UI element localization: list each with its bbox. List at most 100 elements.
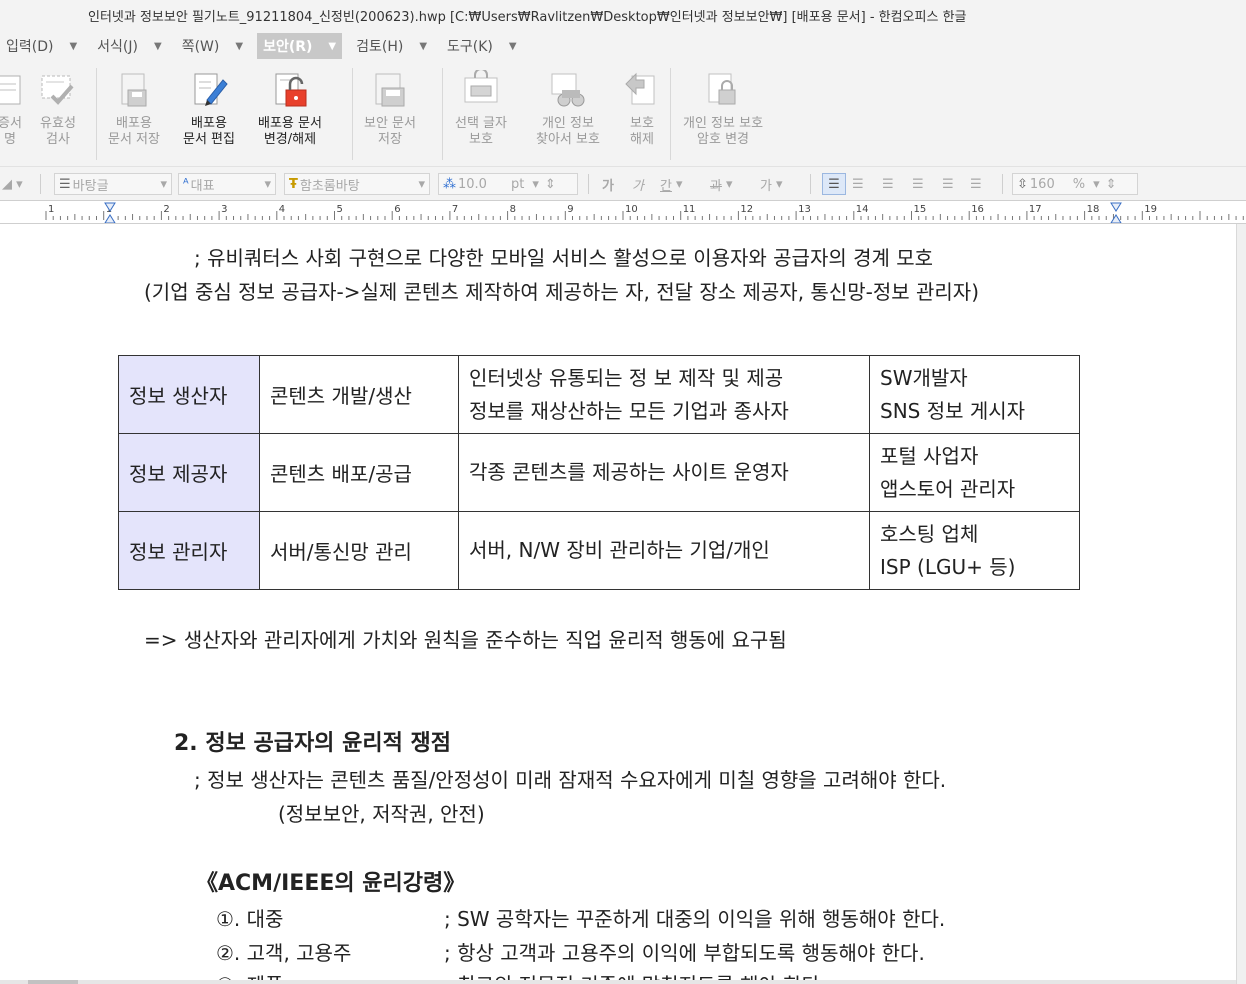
menu-insert[interactable]: 입력(D) ▼ xyxy=(0,33,83,59)
spinner-arrows-icon[interactable]: ⇕ xyxy=(545,177,556,192)
table-cell-desc-line: 정보를 재상산하는 모든 기업과 종사자 xyxy=(469,398,789,423)
ruler-number: 5 xyxy=(337,204,343,215)
spinner-arrows-icon[interactable]: ⇕ xyxy=(1106,177,1117,192)
table-cell-desc-line: 인터넷상 유통되는 정 보 제작 및 제공 xyxy=(469,365,784,390)
bold-button[interactable]: 가 xyxy=(602,173,614,195)
ethics-item-text: ; 최고의 전문적 기준에 맞춰지도록 해야 한다 xyxy=(444,969,820,980)
menu-format[interactable]: 서식(J) ▼ xyxy=(91,33,168,59)
validity-check-button[interactable]: 유효성 검사 xyxy=(38,70,78,148)
line-spacing-spinner[interactable]: ⇳ 160 % ▾ ⇕ xyxy=(1012,173,1138,195)
distribution-save-label-1: 배포용 xyxy=(116,116,152,131)
ribbon-separator xyxy=(670,68,671,160)
ethics-item-number: ②. 고객, 고용주 xyxy=(216,941,352,965)
distribution-save-button[interactable]: 배포용 문서 저장 xyxy=(108,70,160,148)
format-prev-dropdown[interactable]: ◢ ▾ xyxy=(2,173,23,195)
find-personal-info-button[interactable]: 개인 정보 찾아서 보호 xyxy=(536,70,600,148)
menu-security-label: 보안(R) xyxy=(263,39,313,55)
ethics-item-number: ①. 대중 xyxy=(216,907,284,931)
italic-button[interactable]: 가 xyxy=(632,173,644,195)
line-spacing-icon: ⇳ xyxy=(1017,176,1028,192)
validity-check-label-2: 검사 xyxy=(46,132,70,147)
bold-icon: 가 xyxy=(602,178,614,194)
personal-info-password-button[interactable]: 개인 정보 보호 암호 변경 xyxy=(683,70,763,148)
align-justify-button[interactable]: ☰ xyxy=(822,173,846,195)
table-cell-examples: 포털 사업자 앱스토어 관리자 xyxy=(869,433,1080,512)
ruler-number: 14 xyxy=(856,204,869,215)
secure-save-button[interactable]: 보안 문서 저장 xyxy=(364,70,416,148)
information-provider-table: 정보 생산자 콘텐츠 개발/생산 인터넷상 유통되는 정 보 제작 및 제공 정… xyxy=(118,355,1080,590)
table-cell-task: 콘텐츠 배포/공급 xyxy=(259,433,459,512)
chevron-down-icon: ▼ xyxy=(419,40,428,52)
indent-marker-icon[interactable] xyxy=(1110,202,1122,223)
ruler-number: 15 xyxy=(914,204,927,215)
align-center-button[interactable]: ☰ xyxy=(882,173,894,195)
save-document-icon xyxy=(121,73,147,107)
style-select[interactable]: ☰ 바탕글 ▾ xyxy=(54,173,172,195)
chevron-down-icon: ▼ xyxy=(69,40,78,52)
align-distribute-button[interactable]: ☰ xyxy=(942,173,954,195)
font-size-value: 10.0 xyxy=(458,176,487,192)
ruler-number: 6 xyxy=(394,204,400,215)
align-left-icon: ☰ xyxy=(852,176,864,192)
underline-button[interactable]: 간 ▾ xyxy=(660,173,683,195)
menu-tools[interactable]: 도구(K) ▼ xyxy=(441,33,523,59)
vertical-scrollbar[interactable] xyxy=(1236,224,1246,984)
horizontal-scrollbar[interactable] xyxy=(0,980,1236,984)
document-page[interactable]: ; 유비쿼터스 사회 구현으로 다양한 모바일 서비스 활성으로 이용자와 공급… xyxy=(0,224,1236,980)
table-cell-examples: SW개발자 SNS 정보 게시자 xyxy=(869,355,1080,434)
distribution-change-label-1: 배포용 문서 xyxy=(258,116,322,131)
table-cell-role: 정보 제공자 xyxy=(118,433,260,512)
chevron-down-icon: ▾ xyxy=(775,176,783,192)
font-select[interactable]: Ŧ 함초롬바탕 ▾ xyxy=(284,173,430,195)
font-size-spinner[interactable]: ⁂ 10.0 pt ▾ ⇕ xyxy=(438,173,578,195)
language-select[interactable]: ᴬ 대표 ▾ xyxy=(178,173,276,195)
protect-release-button[interactable]: 보호 해제 xyxy=(622,70,662,148)
table-cell-example-line: SW개발자 xyxy=(880,365,968,390)
font-color-button[interactable]: 가 ▾ xyxy=(760,173,783,195)
table-cell-role: 정보 생산자 xyxy=(118,355,260,434)
strikethrough-button[interactable]: 과 ▾ xyxy=(710,173,733,195)
language-select-value: 대표 xyxy=(190,178,215,194)
font-size-icon: ⁂ xyxy=(443,176,456,192)
chevron-down-icon: ◢ ▾ xyxy=(2,176,23,192)
table-cell-task: 서버/통신망 관리 xyxy=(259,511,459,590)
ruler-number: 19 xyxy=(1144,204,1157,215)
chevron-down-icon: ▼ xyxy=(328,40,337,52)
intro-line-1: ; 유비쿼터스 사회 구현으로 다양한 모바일 서비스 활성으로 이용자와 공급… xyxy=(194,242,933,271)
table-row: 정보 생산자 콘텐츠 개발/생산 인터넷상 유통되는 정 보 제작 및 제공 정… xyxy=(118,355,1080,434)
ruler-scale: 112345678910111213141516171819 xyxy=(45,202,1244,223)
secure-save-label-2: 저장 xyxy=(378,132,402,147)
horizontal-scrollbar-thumb[interactable] xyxy=(28,980,78,984)
certificate-sign-button[interactable]: 증서 명 xyxy=(0,70,30,148)
horizontal-ruler[interactable]: 112345678910111213141516171819 xyxy=(0,200,1246,224)
align-left-button[interactable]: ☰ xyxy=(852,173,864,195)
menu-insert-label: 입력(D) xyxy=(6,39,54,55)
secure-save-icon xyxy=(375,73,405,107)
toolbar-separator xyxy=(1002,174,1003,194)
secure-save-label-1: 보안 문서 xyxy=(364,116,416,131)
certificate-icon xyxy=(0,75,21,105)
menu-review[interactable]: 검토(H) ▼ xyxy=(350,33,433,59)
ruler-number: 17 xyxy=(1029,204,1042,215)
distribution-edit-button[interactable]: 배포용 문서 편집 xyxy=(183,70,235,148)
menu-page[interactable]: 쪽(W) ▼ xyxy=(176,33,249,59)
select-text-protect-label-1: 선택 글자 xyxy=(455,116,507,131)
section-2-line-2: (정보보안, 저작권, 안전) xyxy=(278,802,485,826)
select-text-protect-button[interactable]: 선택 글자 보호 xyxy=(455,70,507,148)
underline-icon: 간 xyxy=(660,178,672,194)
align-distribute-icon: ☰ xyxy=(942,176,954,192)
font-color-icon: 가 xyxy=(760,178,772,194)
table-cell-example-line: 포털 사업자 xyxy=(880,443,979,468)
edit-pencil-icon xyxy=(194,73,228,106)
ribbon-separator xyxy=(352,68,353,160)
align-right-button[interactable]: ☰ xyxy=(912,173,924,195)
language-icon: ᴬ xyxy=(183,176,189,192)
menu-security[interactable]: 보안(R) ▼ xyxy=(257,33,343,59)
format-toolbar: ◢ ▾ ☰ 바탕글 ▾ ᴬ 대표 ▾ Ŧ 함초롬바탕 ▾ ⁂ 10.0 pt ▾… xyxy=(0,166,1246,200)
distribution-change-button[interactable]: 배포용 문서 변경/해제 xyxy=(258,70,322,148)
align-divide-button[interactable]: ☰ xyxy=(970,173,982,195)
chevron-down-icon: ▼ xyxy=(154,40,162,52)
strikethrough-icon: 과 xyxy=(710,178,722,194)
chevron-down-icon: ▾ xyxy=(532,176,539,192)
ruler-number: 4 xyxy=(279,204,285,215)
